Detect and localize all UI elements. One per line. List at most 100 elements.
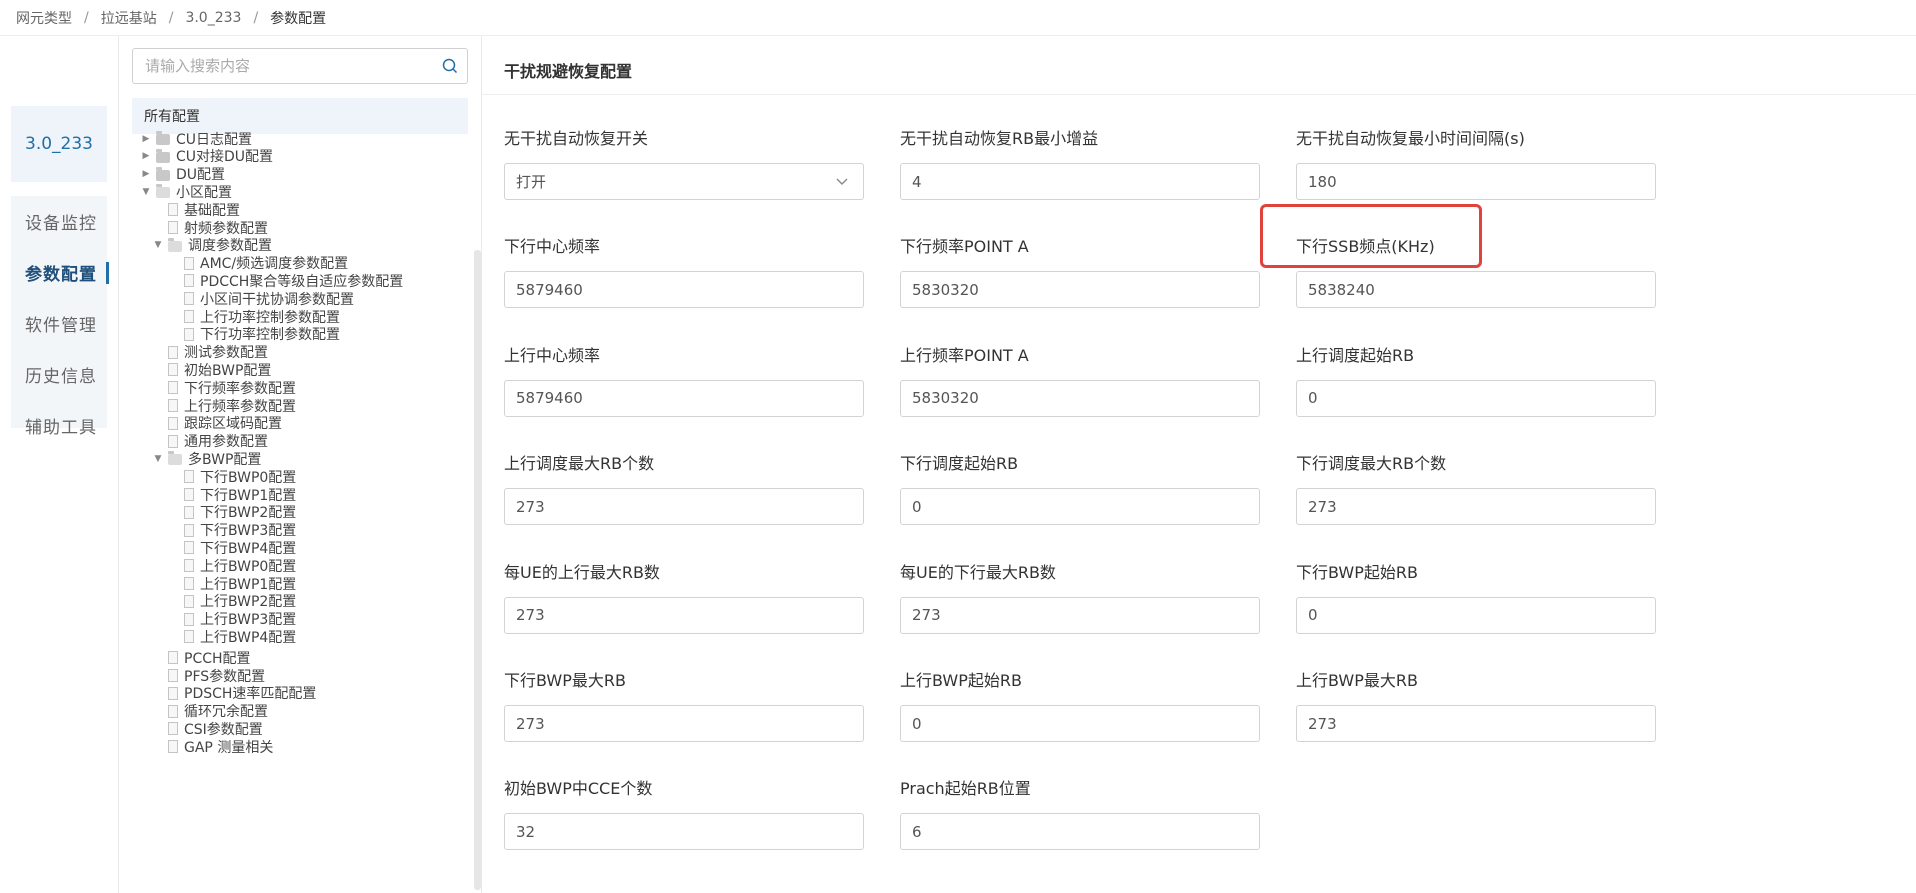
tree-search [132,48,468,84]
file-icon [168,363,178,377]
caret-right-icon[interactable]: ▶ [140,151,152,161]
input-field[interactable]: 5830320 [900,379,1260,417]
section-title: 干扰规避恢复配置 [504,62,633,81]
folder-icon [156,184,170,199]
field-label: 无干扰自动恢复开关 [504,129,649,148]
breadcrumb: 网元类型 / 拉远基站 / 3.0_233 / 参数配置 [0,0,1916,36]
caret-down-icon[interactable]: ▼ [152,454,164,464]
section-divider [482,94,1916,95]
tree-scrollbar[interactable] [474,250,481,890]
file-icon [168,381,178,395]
field-label: 无干扰自动恢复最小时间间隔(s) [1296,129,1525,148]
nav-item-history[interactable]: 历史信息 [11,349,107,400]
folder-icon [168,451,182,466]
form-field: 下行BWP最大RB 273 [504,670,864,742]
input-field[interactable]: 6 [900,813,1260,851]
search-input[interactable] [143,56,433,76]
field-label: Prach起始RB位置 [900,779,1031,799]
caret-down-icon[interactable]: ▼ [152,240,164,250]
field-value: 0 [912,714,922,733]
input-field[interactable]: 0 [900,488,1260,526]
file-icon [168,722,178,736]
tree-item[interactable]: GAP 测量相关 [152,736,273,757]
form-field: 上行BWP起始RB 0 [900,670,1260,742]
nav-item-tools[interactable]: 辅助工具 [11,400,107,451]
input-field[interactable]: 180 [1296,163,1656,200]
input-field[interactable]: 273 [1296,705,1656,742]
input-field[interactable]: 273 [1296,488,1656,526]
breadcrumb-current: 参数配置 [270,10,327,27]
input-field[interactable]: 273 [504,488,864,526]
field-label: 每UE的上行最大RB数 [504,562,660,582]
field-value: 273 [1308,714,1337,733]
config-tree: 所有配置 ▶ CU日志配置 ▶ CU对接DU配置 ▶ DU配置 ▼ 小区配置 基础配置 射频参数配… [132,98,468,893]
input-field[interactable]: 4 [900,163,1260,200]
input-field[interactable]: 5879460 [504,271,864,309]
input-field[interactable]: 273 [504,596,864,634]
file-icon [184,327,194,341]
form-field: 上行频率POINT A 5830320 [900,345,1260,417]
tree-item[interactable]: 上行BWP4配置 [168,626,296,647]
search-icon[interactable] [433,49,467,83]
form-field: 上行中心频率 5879460 [504,345,864,417]
form-field: 每UE的下行最大RB数 273 [900,562,1260,634]
config-tree-panel: 所有配置 ▶CU日志配置▶CU对接DU配置▶DU配置▼小区配置基础配置射频参数配… [119,36,482,893]
input-field[interactable]: 5830320 [900,271,1260,309]
file-icon [184,630,194,644]
caret-right-icon[interactable]: ▶ [140,169,152,179]
folder-icon [168,237,182,252]
nav-item-device-monitor[interactable]: 设备监控 [11,196,107,247]
input-field[interactable]: 5879460 [504,379,864,417]
input-field[interactable]: 0 [1296,379,1656,417]
form-field: Prach起始RB位置 6 [900,778,1260,851]
file-icon [168,221,178,234]
left-nav: 3.0_233 设备监控 参数配置 软件管理 历史信息 辅助工具 [0,36,119,893]
tree-node-label: GAP 测量相关 [184,739,274,756]
form-field: 下行频率POINT A 5830320 [900,236,1260,309]
field-value: 6 [912,822,922,841]
breadcrumb-item[interactable]: 拉远基站 [101,8,157,28]
form-field: 无干扰自动恢复最小时间间隔(s) 180 [1296,128,1656,200]
nav-menu: 设备监控 参数配置 软件管理 历史信息 辅助工具 [11,196,109,438]
breadcrumb-item[interactable]: 3.0_233 [185,10,241,26]
nav-item-param-config[interactable]: 参数配置 [11,247,109,298]
input-field[interactable]: 273 [504,705,864,742]
file-icon [168,704,178,718]
field-label: 初始BWP中CCE个数 [504,779,653,799]
breadcrumb-separator: / [84,9,89,26]
field-label: 下行中心频率 [504,237,601,257]
caret-right-icon[interactable]: ▶ [140,134,152,144]
form-field: 下行调度最大RB个数 273 [1296,453,1656,526]
form-field: 初始BWP中CCE个数 32 [504,778,864,851]
caret-down-icon[interactable]: ▼ [140,187,152,197]
field-label: 下行调度最大RB个数 [1296,454,1447,474]
chevron-down-icon[interactable] [835,174,849,192]
field-value: 5879460 [516,389,583,408]
field-value: 273 [516,714,545,733]
field-label: 下行频率POINT A [900,237,1029,257]
nav-item-software-mgmt[interactable]: 软件管理 [11,298,107,349]
field-value: 4 [912,172,922,191]
form-field: 上行BWP最大RB 273 [1296,670,1656,742]
file-icon [184,292,194,306]
field-value: 273 [516,497,545,516]
input-field[interactable]: 0 [900,705,1260,742]
select-field[interactable]: 打开 [504,163,864,200]
file-icon [184,577,194,590]
field-value: 0 [912,497,922,516]
file-icon [184,256,194,270]
input-field[interactable]: 5838240 [1296,271,1656,309]
input-field[interactable]: 273 [900,596,1260,634]
ne-name-card[interactable]: 3.0_233 [11,106,107,182]
breadcrumb-separator: / [253,9,259,26]
input-field[interactable]: 32 [504,813,864,851]
field-value: 273 [912,606,941,625]
input-field[interactable]: 0 [1296,596,1656,634]
file-icon [184,470,194,484]
field-value: 5830320 [912,280,979,299]
field-value: 32 [516,822,536,841]
file-icon [184,488,194,501]
field-value: 0 [1308,389,1318,408]
form-field: 每UE的上行最大RB数 273 [504,562,864,634]
breadcrumb-item[interactable]: 网元类型 [16,8,72,28]
